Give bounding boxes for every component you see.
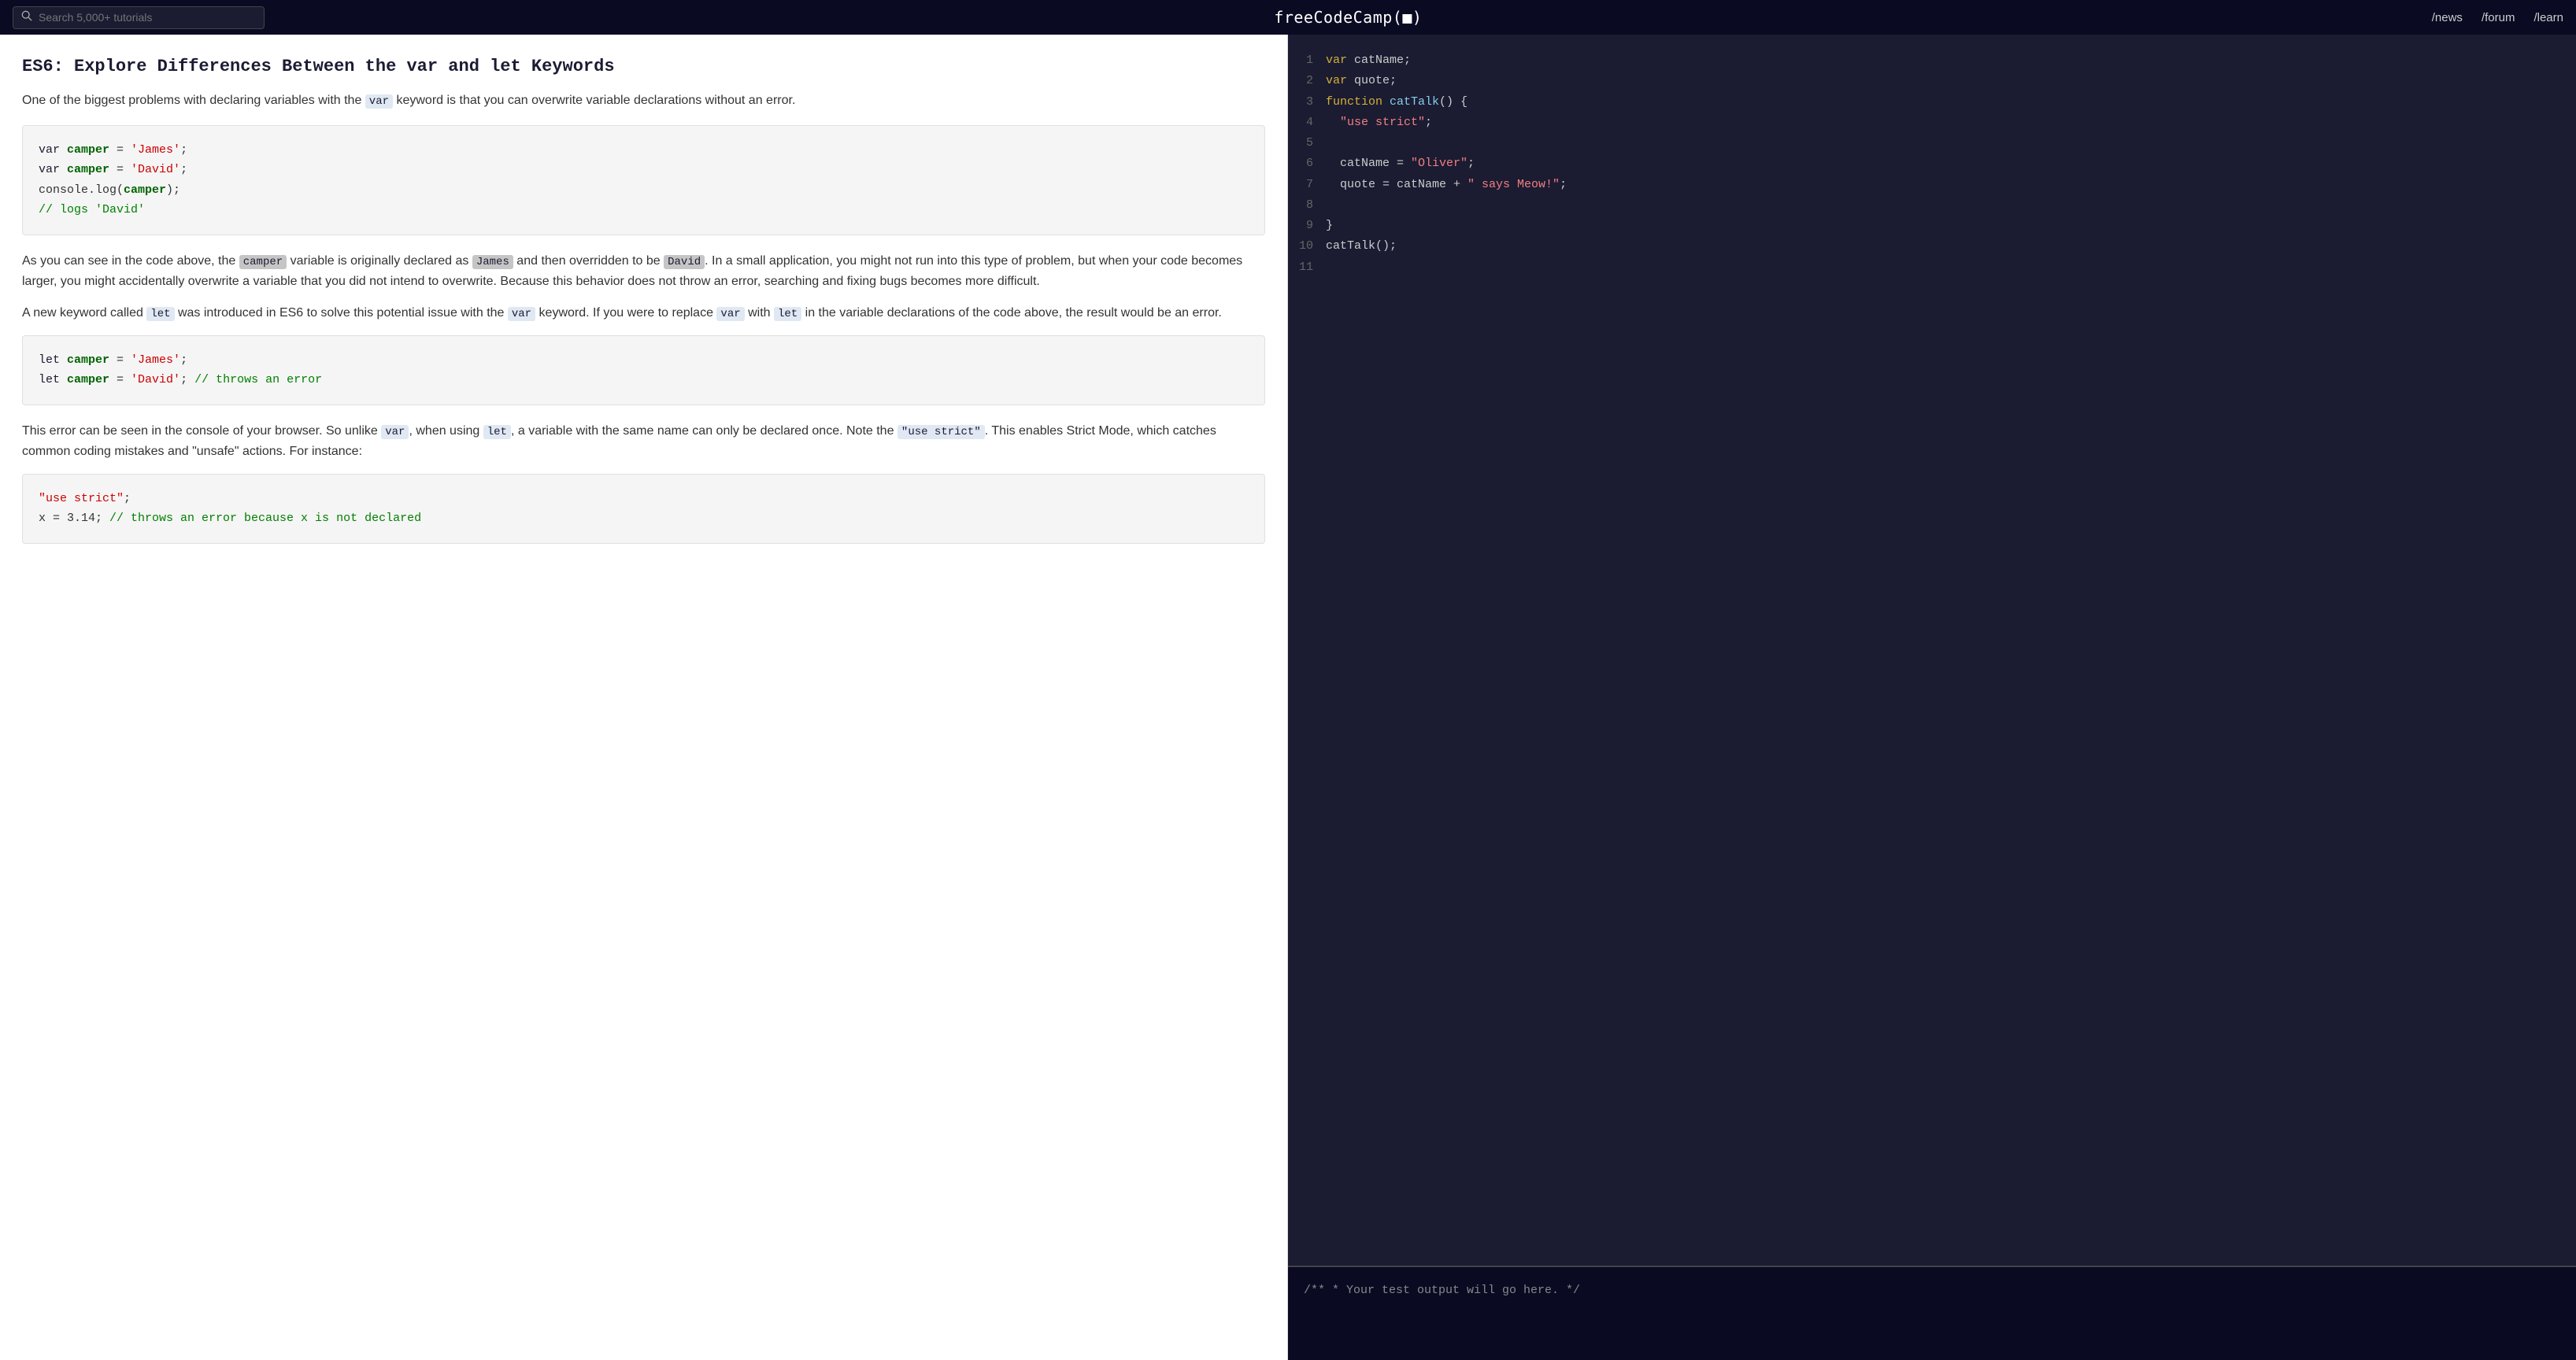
search-input[interactable] bbox=[39, 11, 256, 24]
line-content: catTalk(); bbox=[1326, 236, 2567, 257]
body-var2-code: var bbox=[716, 307, 744, 321]
editor-line: 3function catTalk() { bbox=[1288, 92, 2576, 113]
line-content: var quote; bbox=[1326, 71, 2567, 91]
editor-line: 10catTalk(); bbox=[1288, 236, 2576, 257]
line-number: 7 bbox=[1297, 175, 1326, 195]
body-camper-code: camper bbox=[239, 255, 287, 269]
nav-forum[interactable]: /forum bbox=[2482, 11, 2515, 24]
code-line: let camper = 'James'; bbox=[39, 350, 1249, 371]
search-icon bbox=[21, 10, 32, 25]
line-content: } bbox=[1326, 216, 2567, 236]
body-var3-code: var bbox=[381, 425, 409, 439]
editor-line: 8 bbox=[1288, 195, 2576, 216]
code-block-3: "use strict"; x = 3.14; // throws an err… bbox=[22, 474, 1265, 544]
header-nav: /news /forum /learn bbox=[2432, 11, 2563, 24]
line-number: 10 bbox=[1297, 236, 1326, 257]
right-panel: 1var catName;2var quote;3function catTal… bbox=[1288, 35, 2576, 1360]
line-number: 3 bbox=[1297, 92, 1326, 113]
code-block-2: let camper = 'James'; let camper = 'Davi… bbox=[22, 335, 1265, 405]
body-let3-code: let bbox=[483, 425, 511, 439]
body-paragraph-3: This error can be seen in the console of… bbox=[22, 421, 1265, 463]
editor-line: 11 bbox=[1288, 257, 2576, 278]
editor-line: 1var catName; bbox=[1288, 50, 2576, 71]
editor-line: 6 catName = "Oliver"; bbox=[1288, 153, 2576, 174]
intro-text-end: keyword is that you can overwrite variab… bbox=[396, 94, 795, 107]
intro-paragraph: One of the biggest problems with declari… bbox=[22, 91, 1265, 111]
line-number: 9 bbox=[1297, 216, 1326, 236]
code-line: var camper = 'David'; bbox=[39, 160, 1249, 180]
nav-news[interactable]: /news bbox=[2432, 11, 2463, 24]
code-line: let camper = 'David'; // throws an error bbox=[39, 370, 1249, 390]
body-james-code: James bbox=[472, 255, 513, 269]
search-bar[interactable] bbox=[13, 6, 265, 29]
brand-logo: freeCodeCamp(■) bbox=[1274, 8, 1422, 27]
line-content: function catTalk() { bbox=[1326, 92, 2567, 113]
body-let-code: let bbox=[146, 307, 174, 321]
line-number: 5 bbox=[1297, 133, 1326, 153]
header-left bbox=[13, 6, 265, 29]
line-number: 2 bbox=[1297, 71, 1326, 91]
body-var-code: var bbox=[508, 307, 535, 321]
line-number: 1 bbox=[1297, 50, 1326, 71]
line-number: 11 bbox=[1297, 257, 1326, 278]
left-panel: ES6: Explore Differences Between the var… bbox=[0, 35, 1288, 1360]
code-line: var camper = 'James'; bbox=[39, 140, 1249, 161]
editor-line: 7 quote = catName + " says Meow!"; bbox=[1288, 175, 2576, 195]
nav-learn[interactable]: /learn bbox=[2533, 11, 2563, 24]
code-line: // logs 'David' bbox=[39, 200, 1249, 220]
body-david-code: David bbox=[664, 255, 705, 269]
intro-text-start: One of the biggest problems with declari… bbox=[22, 94, 361, 107]
page-title: ES6: Explore Differences Between the var… bbox=[22, 57, 1265, 76]
line-content: "use strict"; bbox=[1326, 113, 2567, 133]
body-paragraph-1: As you can see in the code above, the ca… bbox=[22, 251, 1265, 293]
editor-line: 4 "use strict"; bbox=[1288, 113, 2576, 133]
line-content: quote = catName + " says Meow!"; bbox=[1326, 175, 2567, 195]
header: freeCodeCamp(■) /news /forum /learn bbox=[0, 0, 2576, 35]
line-number: 4 bbox=[1297, 113, 1326, 133]
line-number: 8 bbox=[1297, 195, 1326, 216]
editor-line: 2var quote; bbox=[1288, 71, 2576, 91]
line-content: var catName; bbox=[1326, 50, 2567, 71]
code-editor[interactable]: 1var catName;2var quote;3function catTal… bbox=[1288, 35, 2576, 1266]
code-line: x = 3.14; // throws an error because x i… bbox=[39, 508, 1249, 529]
line-number: 6 bbox=[1297, 153, 1326, 174]
intro-var-code: var bbox=[365, 94, 393, 109]
body-paragraph-2: A new keyword called let was introduced … bbox=[22, 303, 1265, 323]
main-layout: ES6: Explore Differences Between the var… bbox=[0, 35, 2576, 1360]
output-panel: /** * Your test output will go here. */ bbox=[1288, 1266, 2576, 1360]
editor-line: 9} bbox=[1288, 216, 2576, 236]
line-content: catName = "Oliver"; bbox=[1326, 153, 2567, 174]
body-let2-code: let bbox=[774, 307, 801, 321]
code-line: "use strict"; bbox=[39, 489, 1249, 509]
code-line: console.log(camper); bbox=[39, 180, 1249, 201]
editor-line: 5 bbox=[1288, 133, 2576, 153]
code-block-1: var camper = 'James'; var camper = 'Davi… bbox=[22, 125, 1265, 235]
body-strict-code: "use strict" bbox=[898, 425, 985, 439]
